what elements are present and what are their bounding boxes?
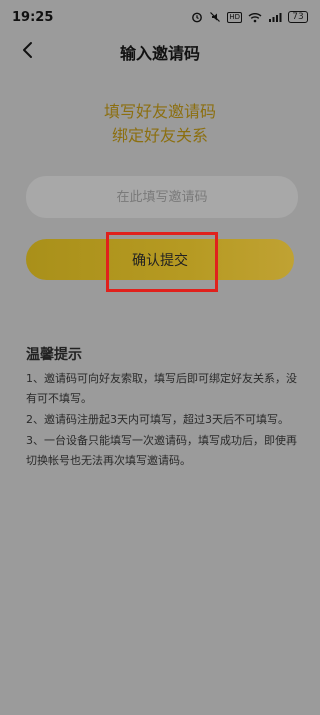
silent-icon bbox=[209, 11, 221, 23]
chevron-left-icon bbox=[21, 41, 35, 63]
tip-item: 1、邀请码可向好友索取，填写后即可绑定好友关系，没有可不填写。 bbox=[26, 372, 297, 405]
invite-code-input[interactable] bbox=[26, 176, 298, 218]
status-time: 19:25 bbox=[12, 9, 54, 25]
tip-item: 3、一台设备只能填写一次邀请码，填写成功后，即使再切换帐号也无法再次填写邀请码。 bbox=[26, 434, 297, 467]
headline-line-1: 填写好友邀请码 bbox=[103, 102, 216, 121]
status-icons: HD 73 bbox=[191, 11, 308, 23]
status-bar: 19:25 HD 73 bbox=[0, 0, 320, 34]
headline-line-2: 绑定好友关系 bbox=[111, 126, 208, 145]
headline: 填写好友邀请码 绑定好友关系 bbox=[0, 100, 320, 148]
signal-icon bbox=[268, 12, 282, 23]
wifi-icon bbox=[248, 12, 262, 23]
page-title: 输入邀请码 bbox=[119, 44, 200, 63]
nav-bar: 输入邀请码 bbox=[0, 34, 320, 70]
confirm-submit-button[interactable]: 确认提交 bbox=[26, 239, 294, 280]
alarm-icon bbox=[191, 11, 203, 23]
tip-item: 2、邀请码注册起3天内可填写，超过3天后不可填写。 bbox=[26, 413, 289, 426]
battery-icon: 73 bbox=[288, 11, 308, 23]
tips-title: 温馨提示 bbox=[26, 347, 82, 363]
back-button[interactable] bbox=[14, 38, 42, 66]
hd-icon: HD bbox=[227, 11, 242, 23]
tips-list: 1、邀请码可向好友索取，填写后即可绑定好友关系，没有可不填写。 2、邀请码注册起… bbox=[26, 369, 298, 472]
